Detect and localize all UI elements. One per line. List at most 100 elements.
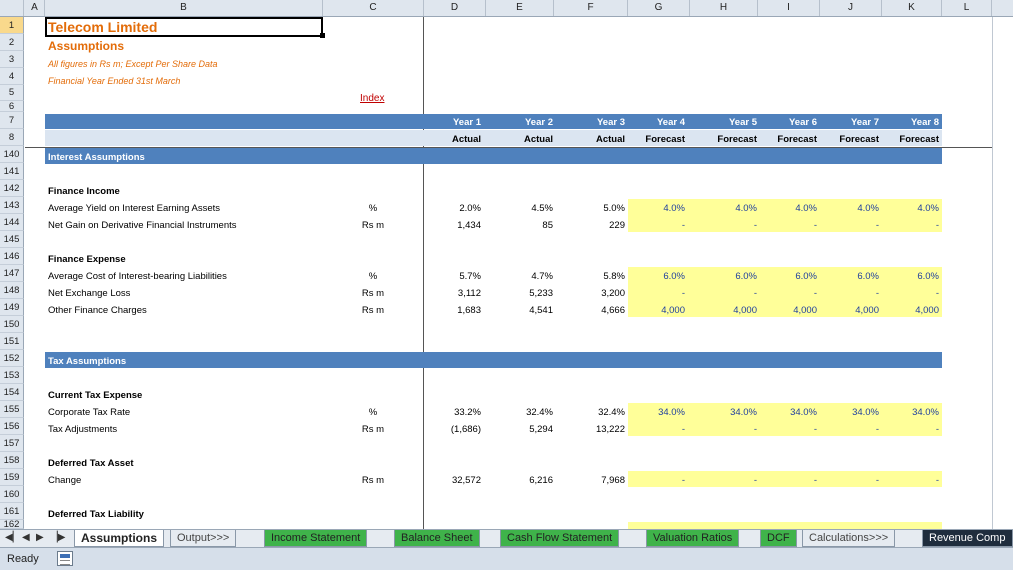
col-header-c[interactable]: C	[323, 0, 424, 16]
row-header-157[interactable]: 157	[0, 435, 24, 452]
row-header-158[interactable]: 158	[0, 452, 24, 469]
cell-other-fin-year-4[interactable]: 4,000	[625, 306, 685, 316]
tab-dcf[interactable]: DCF	[760, 530, 797, 547]
col-header-j[interactable]: J	[820, 0, 882, 16]
col-header-a[interactable]: A	[25, 0, 45, 16]
tab-balance-sheet[interactable]: Balance Sheet	[394, 530, 480, 547]
row-header-144[interactable]: 144	[0, 214, 24, 231]
cell-avg-cost-year-6[interactable]: 6.0%	[757, 272, 817, 282]
tab-revenue-comp[interactable]: Revenue Comp	[922, 530, 1013, 547]
cell-net-gain-year-6[interactable]: -	[757, 221, 817, 231]
cell-tax-adj-year-4[interactable]: -	[625, 425, 685, 435]
col-header-l[interactable]: L	[942, 0, 992, 16]
cell-corp-tax-year-8[interactable]: 34.0%	[879, 408, 939, 418]
row-header-141[interactable]: 141	[0, 163, 24, 180]
cell-corp-tax-year-2[interactable]: 32.4%	[493, 408, 553, 418]
cell-other-fin-year-8[interactable]: 4,000	[879, 306, 939, 316]
row-header-154[interactable]: 154	[0, 384, 24, 401]
row-header-6[interactable]: 6	[0, 101, 24, 112]
col-header-g[interactable]: G	[628, 0, 690, 16]
cell-net-gain-year-5[interactable]: -	[697, 221, 757, 231]
cell-corp-tax-year-7[interactable]: 34.0%	[819, 408, 879, 418]
tab-nav-prev-icon[interactable]: ◀	[22, 532, 30, 543]
row-header-8[interactable]: 8	[0, 129, 24, 146]
col-header-i[interactable]: I	[758, 0, 820, 16]
row-header-153[interactable]: 153	[0, 367, 24, 384]
index-link[interactable]: Index	[360, 94, 384, 104]
cell-change-year-6[interactable]: -	[757, 476, 817, 486]
row-header-151[interactable]: 151	[0, 333, 24, 350]
tab-calculations[interactable]: Calculations>>>	[802, 530, 896, 547]
cell-change-year-2[interactable]: 6,216	[493, 476, 553, 486]
col-header-h[interactable]: H	[690, 0, 758, 16]
cell-corp-tax-year-6[interactable]: 34.0%	[757, 408, 817, 418]
cell-net-gain-year-4[interactable]: -	[625, 221, 685, 231]
cell-avg-yield-year-5[interactable]: 4.0%	[697, 204, 757, 214]
cell-net-gain-year-2[interactable]: 85	[493, 221, 553, 231]
cell-avg-yield-year-8[interactable]: 4.0%	[879, 204, 939, 214]
cell-net-exchange-year-3[interactable]: 3,200	[565, 289, 625, 299]
row-header-155[interactable]: 155	[0, 401, 24, 418]
row-header-156[interactable]: 156	[0, 418, 24, 435]
cell-other-fin-year-3[interactable]: 4,666	[565, 306, 625, 316]
cell-change-year-4[interactable]: -	[625, 476, 685, 486]
tab-valuation-ratios[interactable]: Valuation Ratios	[646, 530, 740, 547]
cell-corp-tax-year-1[interactable]: 33.2%	[421, 408, 481, 418]
row-header-1[interactable]: 1	[0, 17, 24, 34]
row-header-148[interactable]: 148	[0, 282, 24, 299]
cell-avg-yield-year-7[interactable]: 4.0%	[819, 204, 879, 214]
cell-net-exchange-year-4[interactable]: -	[625, 289, 685, 299]
col-header-f[interactable]: F	[554, 0, 628, 16]
fill-handle[interactable]	[320, 33, 325, 38]
row-header-149[interactable]: 149	[0, 299, 24, 316]
cell-change-year-7[interactable]: -	[819, 476, 879, 486]
row-header-146[interactable]: 146	[0, 248, 24, 265]
cell-net-gain-year-8[interactable]: -	[879, 221, 939, 231]
row-header-7[interactable]: 7	[0, 112, 24, 129]
row-header-162[interactable]: 162	[0, 520, 24, 529]
cell-net-gain-year-7[interactable]: -	[819, 221, 879, 231]
cell-net-exchange-year-5[interactable]: -	[697, 289, 757, 299]
cell-avg-cost-year-8[interactable]: 6.0%	[879, 272, 939, 282]
tab-output[interactable]: Output>>>	[170, 530, 237, 547]
cell-net-exchange-year-2[interactable]: 5,233	[493, 289, 553, 299]
tab-nav-first-icon[interactable]: ◀▏	[5, 532, 20, 543]
row-header-145[interactable]: 145	[0, 231, 24, 248]
cell-net-exchange-year-6[interactable]: -	[757, 289, 817, 299]
cell-tax-adj-year-5[interactable]: -	[697, 425, 757, 435]
row-header-3[interactable]: 3	[0, 51, 24, 68]
cell-change-year-8[interactable]: -	[879, 476, 939, 486]
cell-avg-cost-year-1[interactable]: 5.7%	[421, 272, 481, 282]
cell-avg-cost-year-7[interactable]: 6.0%	[819, 272, 879, 282]
row-header-140[interactable]: 140	[0, 146, 24, 163]
cell-tax-adj-year-3[interactable]: 13,222	[565, 425, 625, 435]
cell-avg-yield-year-1[interactable]: 2.0%	[421, 204, 481, 214]
col-header-d[interactable]: D	[424, 0, 486, 16]
col-header-b[interactable]: B	[45, 0, 323, 16]
cell-corp-tax-year-4[interactable]: 34.0%	[625, 408, 685, 418]
tab-assumptions[interactable]: Assumptions	[74, 530, 165, 547]
cell-avg-cost-year-3[interactable]: 5.8%	[565, 272, 625, 282]
cell-corp-tax-year-5[interactable]: 34.0%	[697, 408, 757, 418]
select-all-corner[interactable]	[0, 0, 24, 16]
cell-net-gain-year-1[interactable]: 1,434	[421, 221, 481, 231]
cell-change-year-5[interactable]: -	[697, 476, 757, 486]
row-header-2[interactable]: 2	[0, 34, 24, 51]
row-header-147[interactable]: 147	[0, 265, 24, 282]
cell-tax-adj-year-6[interactable]: -	[757, 425, 817, 435]
cell-avg-cost-year-2[interactable]: 4.7%	[493, 272, 553, 282]
cell-net-gain-year-3[interactable]: 229	[565, 221, 625, 231]
cell-avg-yield-year-4[interactable]: 4.0%	[625, 204, 685, 214]
cell-tax-adj-year-1[interactable]: (1,686)	[421, 425, 481, 435]
cell-tax-adj-year-8[interactable]: -	[879, 425, 939, 435]
macro-record-icon[interactable]	[57, 551, 73, 566]
row-header-4[interactable]: 4	[0, 68, 24, 85]
cell-other-fin-year-6[interactable]: 4,000	[757, 306, 817, 316]
row-header-143[interactable]: 143	[0, 197, 24, 214]
row-header-160[interactable]: 160	[0, 486, 24, 503]
cell-other-fin-year-7[interactable]: 4,000	[819, 306, 879, 316]
cell-avg-yield-year-2[interactable]: 4.5%	[493, 204, 553, 214]
row-header-161[interactable]: 161	[0, 503, 24, 520]
cell-change-year-3[interactable]: 7,968	[565, 476, 625, 486]
cell-avg-yield-year-6[interactable]: 4.0%	[757, 204, 817, 214]
